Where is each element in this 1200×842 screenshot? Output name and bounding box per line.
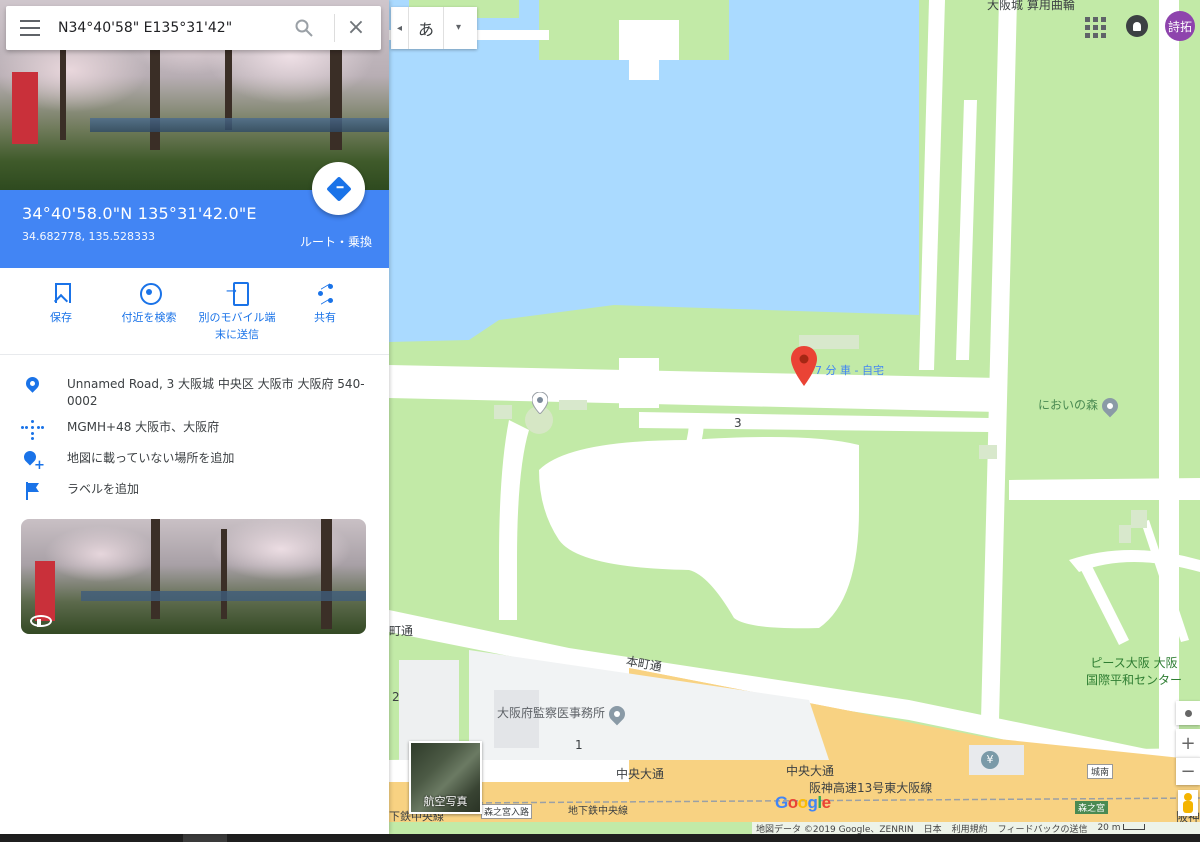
send-to-phone-icon [226, 282, 249, 306]
map-label-subway: 地下鉄中央線 [568, 806, 628, 817]
map-label-chuo-odori-2: 中央大通 [786, 764, 835, 778]
save-button[interactable]: 保存 [11, 282, 111, 326]
save-label: 保存 [50, 311, 72, 324]
zoom-in-button[interactable]: + [1176, 729, 1200, 757]
map-label-medical-examiner[interactable]: 大阪府監察医事務所 [497, 702, 629, 725]
notifications-icon[interactable] [1126, 15, 1148, 37]
footer-terms[interactable]: 利用規約 [952, 822, 988, 835]
road-number-2: 2 [392, 690, 400, 704]
map-label-shironan: 城南 [1087, 764, 1114, 779]
add-place-icon [22, 450, 45, 474]
collapse-panel-icon[interactable]: ◂ [391, 7, 409, 49]
search-input[interactable] [58, 18, 278, 38]
directions-label[interactable]: ルート・乗換 [300, 233, 372, 250]
map-label-nioi-no-mori[interactable]: においの森 [1038, 394, 1122, 417]
directions-icon [325, 175, 352, 202]
footer-feedback[interactable]: フィードバックの送信 [998, 822, 1088, 835]
menu-icon[interactable] [20, 20, 40, 36]
zoom-out-button[interactable]: − [1176, 757, 1200, 785]
directions-button[interactable] [312, 162, 365, 215]
side-panel: × 34°40'58.0"N 135°31'42.0"E 34.682778, … [0, 0, 389, 834]
nearby-label: 付近を検索 [121, 311, 177, 324]
satellite-label: 航空写真 [423, 795, 468, 808]
route-hint[interactable]: 7 分 車 - 自宅 [815, 362, 884, 378]
bank-icon[interactable]: ¥ [981, 751, 999, 769]
map-label-chuo-odori-1: 中央大通 [616, 767, 665, 781]
send-to-phone-label: 別のモバイル端末に送信 [198, 311, 276, 341]
action-bar: 保存 付近を検索 別のモバイル端末に送信 共有 [0, 282, 389, 344]
share-label: 共有 [314, 311, 336, 324]
place-title: 34°40'58.0"N 135°31'42.0"E [22, 204, 257, 223]
search-box[interactable]: × [6, 6, 381, 50]
nearby-icon [138, 282, 162, 305]
search-icon[interactable] [294, 18, 314, 38]
map-label-peace-osaka[interactable]: ピース大阪 大阪 国際平和センター [1086, 654, 1182, 688]
avatar[interactable]: 詩拓 [1165, 11, 1195, 41]
close-icon[interactable]: × [346, 17, 366, 39]
plus-code-text: MGMH+48 大阪市、大阪府 [67, 420, 220, 434]
bookmark-icon [50, 282, 72, 304]
google-logo: Google [775, 793, 831, 812]
add-missing-place-text: 地図に載っていない場所を追加 [67, 451, 235, 465]
flag-icon [22, 481, 42, 501]
road-number-3: 3 [734, 416, 742, 430]
add-label-text: ラベルを追加 [67, 482, 140, 496]
satellite-toggle[interactable]: 航空写真 [409, 741, 482, 814]
address-text: Unnamed Road, 3 大阪城 中央区 大阪市 大阪府 540-0002 [67, 377, 365, 408]
building-pin-icon [605, 702, 629, 725]
location-marker-icon[interactable] [791, 346, 817, 386]
apps-grid-icon[interactable] [1082, 14, 1106, 38]
park-pin-icon [1098, 394, 1122, 417]
road-number-1: 1 [575, 738, 583, 752]
map-footer: 地図データ ©2019 Google、ZENRIN 日本 利用規約 フィードバッ… [752, 822, 1200, 835]
map-label-morinomiya: 森之宮 [1075, 801, 1109, 814]
taskbar [0, 834, 1200, 842]
road-3 [389, 365, 999, 412]
map-label-morinomiya-iriguchi: 森之宮入路 [481, 804, 533, 819]
section-divider [0, 354, 389, 355]
language-control[interactable]: ◂ あ ▾ [391, 7, 477, 49]
map-data-credit: 地図データ ©2019 Google、ZENRIN [756, 824, 914, 835]
pegman-icon[interactable] [1178, 790, 1198, 816]
search-nearby-button[interactable]: 付近を検索 [99, 282, 199, 326]
plus-code-icon [22, 419, 42, 439]
scale-bar[interactable]: 20 m [1097, 823, 1145, 833]
map-label-honmachi-left: 町通 [389, 624, 414, 638]
plaza [539, 436, 859, 629]
poi-pin-icon[interactable] [532, 392, 548, 414]
street-view-icon [30, 613, 52, 627]
my-location-button[interactable] [1176, 701, 1200, 725]
send-to-phone-button[interactable]: 別のモバイル端末に送信 [187, 282, 287, 343]
pin-icon [22, 376, 42, 396]
map-canvas[interactable]: 大阪城 算用曲輪 7 分 車 - 自宅 3 においの森 ピース大阪 大阪 国際平和… [389, 0, 1200, 834]
language-button[interactable]: あ [409, 16, 443, 40]
footer-country[interactable]: 日本 [924, 822, 942, 835]
share-icon [314, 282, 336, 304]
search-divider [334, 14, 335, 42]
chevron-down-icon[interactable]: ▾ [443, 7, 473, 49]
share-button[interactable]: 共有 [275, 282, 375, 326]
map-label-top: 大阪城 算用曲輪 [987, 0, 1075, 12]
street-view-thumbnail[interactable] [21, 519, 366, 634]
place-decimal-coords: 34.682778, 135.528333 [22, 230, 155, 243]
